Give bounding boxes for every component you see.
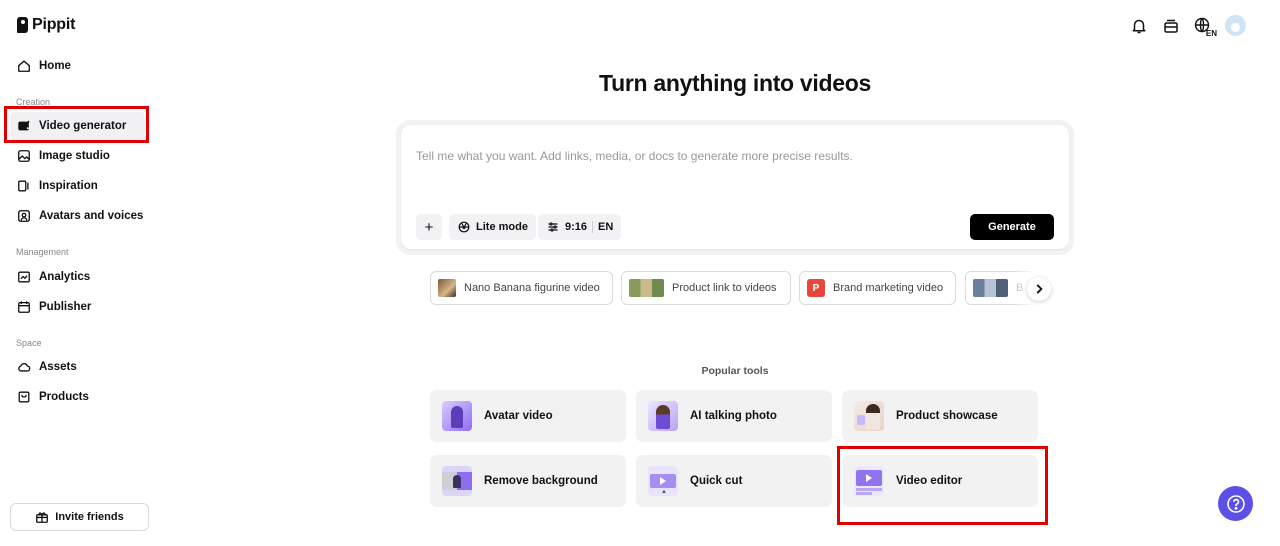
- brand-p-icon: P: [807, 279, 825, 297]
- subject-figure: [453, 475, 461, 488]
- sidebar-item-label: Image studio: [39, 150, 110, 162]
- question-mark-icon: [1226, 494, 1246, 514]
- lite-mode-label: Lite mode: [476, 221, 528, 233]
- suggestion-thumbnail: [973, 279, 1008, 297]
- product-item: [857, 415, 865, 425]
- sidebar-item-label: Inspiration: [39, 180, 98, 192]
- gift-icon: [35, 510, 49, 524]
- calendar-icon: [17, 300, 31, 314]
- tool-product-showcase[interactable]: Product showcase: [842, 390, 1038, 442]
- invite-friends-label: Invite friends: [55, 511, 124, 523]
- play-icon: [660, 477, 666, 485]
- suggestion-label: Product link to videos: [672, 282, 777, 294]
- pippit-logo-icon: [17, 17, 28, 33]
- suggestions-next-button[interactable]: [1027, 277, 1051, 301]
- avatar[interactable]: [1225, 15, 1246, 36]
- person-figure: [451, 406, 463, 428]
- cursor-icon: ▲: [661, 489, 667, 495]
- sidebar-item-label: Publisher: [39, 301, 92, 313]
- timeline-track: [856, 492, 872, 495]
- timeline-track: [856, 488, 882, 491]
- tool-label: Video editor: [896, 475, 963, 487]
- inbox-icon[interactable]: [1161, 16, 1181, 36]
- language-badge: EN: [1205, 28, 1217, 38]
- prompt-input-area[interactable]: Tell me what you want. Add links, media,…: [401, 125, 1069, 249]
- sidebar-item-label: Video generator: [39, 120, 127, 132]
- help-button[interactable]: [1218, 486, 1253, 521]
- suggestion-chip[interactable]: P Brand marketing video: [799, 271, 956, 305]
- app-name: Pippit: [32, 16, 76, 33]
- add-attachment-button[interactable]: +: [416, 214, 442, 240]
- suggestion-label: Nano Banana figurine video: [464, 282, 600, 294]
- section-label-creation: Creation: [16, 97, 51, 107]
- remove-background-thumbnail: [442, 466, 472, 496]
- tool-avatar-video[interactable]: Avatar video: [430, 390, 626, 442]
- inspiration-icon: [17, 179, 31, 193]
- prompt-card: Tell me what you want. Add links, media,…: [396, 120, 1074, 255]
- tool-label: Avatar video: [484, 410, 553, 422]
- output-language-label: EN: [598, 221, 614, 233]
- suggestion-thumbnail: [629, 279, 664, 297]
- aspect-ratio-label: 9:16: [565, 221, 588, 233]
- video-generator-icon: [17, 119, 31, 133]
- person-figure: [656, 405, 670, 429]
- sidebar-item-avatars-voices[interactable]: Avatars and voices: [10, 202, 145, 230]
- image-studio-icon: [17, 149, 31, 163]
- sidebar-item-image-studio[interactable]: Image studio: [10, 142, 145, 170]
- video-editor-thumbnail: [854, 466, 884, 496]
- suggestion-chip[interactable]: Nano Banana figurine video: [430, 271, 613, 305]
- bag-icon: [17, 390, 31, 404]
- popular-tools-heading: Popular tools: [701, 365, 769, 377]
- avatar-head: [1231, 23, 1240, 32]
- bell-icon[interactable]: [1129, 16, 1149, 36]
- sidebar-item-video-generator[interactable]: Video generator: [10, 112, 145, 140]
- product-showcase-thumbnail: [854, 401, 884, 431]
- lite-mode-button[interactable]: Lite mode: [449, 214, 536, 240]
- tool-video-editor[interactable]: Video editor: [842, 455, 1038, 507]
- sidebar-item-label: Avatars and voices: [39, 210, 144, 222]
- settings-ratio-button[interactable]: 9:16 EN: [538, 214, 622, 240]
- sidebar-item-products[interactable]: Products: [10, 383, 145, 411]
- section-label-space: Space: [16, 338, 42, 348]
- play-icon: [866, 474, 872, 482]
- globe-icon[interactable]: EN: [1193, 16, 1217, 38]
- section-label-management: Management: [16, 247, 69, 257]
- analytics-icon: [17, 270, 31, 284]
- sidebar-item-label: Analytics: [39, 271, 91, 283]
- avatar-voice-icon: [17, 209, 31, 223]
- quick-cut-thumbnail: ▲: [648, 466, 678, 496]
- sidebar-item-analytics[interactable]: Analytics: [10, 263, 145, 291]
- sidebar-item-inspiration[interactable]: Inspiration: [10, 172, 145, 200]
- suggestion-thumbnail: [438, 279, 456, 297]
- talking-photo-thumbnail: [648, 401, 678, 431]
- tool-quick-cut[interactable]: ▲ Quick cut: [636, 455, 832, 507]
- tool-label: Remove background: [484, 475, 598, 487]
- tool-label: Quick cut: [690, 475, 743, 487]
- generate-button[interactable]: Generate: [970, 214, 1054, 240]
- suggestion-label: Brand marketing video: [833, 282, 944, 294]
- chevron-right-icon: [1032, 282, 1046, 296]
- sliders-icon: [546, 220, 560, 234]
- pippit-logo[interactable]: Pippit: [17, 16, 75, 34]
- invite-friends-button[interactable]: Invite friends: [10, 503, 149, 531]
- aperture-icon: [457, 220, 471, 234]
- sidebar-item-label: Products: [39, 391, 89, 403]
- topbar-icons: EN: [1129, 15, 1246, 38]
- tool-ai-talking-photo[interactable]: AI talking photo: [636, 390, 832, 442]
- chip-divider: [592, 221, 594, 233]
- tool-remove-background[interactable]: Remove background: [430, 455, 626, 507]
- person-figure: [866, 404, 880, 430]
- plus-icon: +: [424, 218, 434, 236]
- sidebar-item-publisher[interactable]: Publisher: [10, 293, 145, 321]
- tool-label: Product showcase: [896, 410, 998, 422]
- page-title: Turn anything into videos: [599, 70, 871, 96]
- prompt-placeholder: Tell me what you want. Add links, media,…: [416, 149, 853, 163]
- suggestion-chip[interactable]: Product link to videos: [621, 271, 791, 305]
- tool-label: AI talking photo: [690, 410, 777, 422]
- avatar-video-thumbnail: [442, 401, 472, 431]
